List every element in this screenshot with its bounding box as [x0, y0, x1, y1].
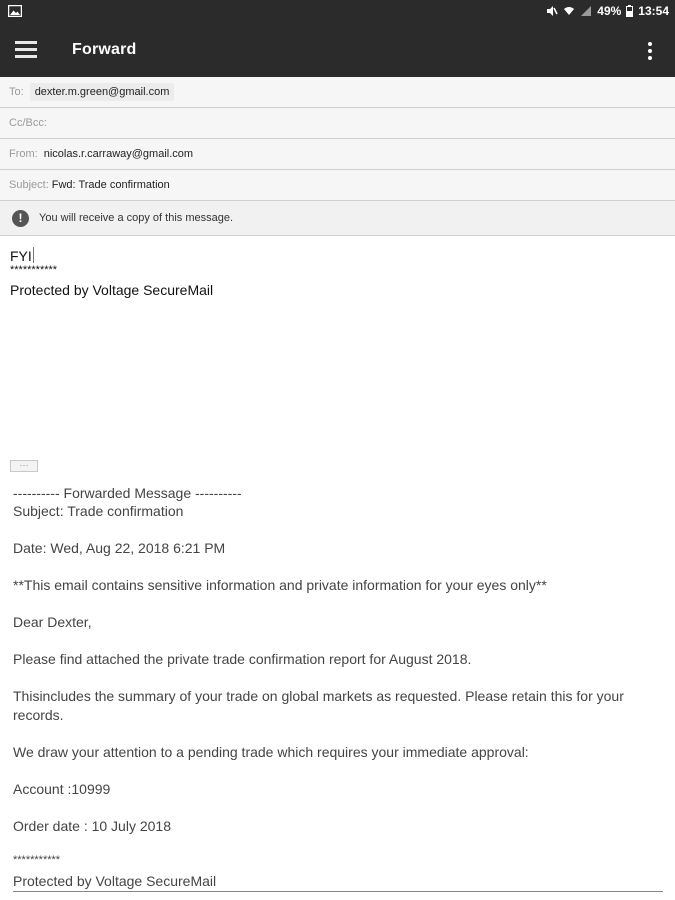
from-label: From:: [9, 148, 38, 160]
from-field[interactable]: From: nicolas.r.carraway@gmail.com: [0, 139, 675, 170]
quoted-signature: Protected by Voltage SecureMail: [13, 873, 217, 889]
copy-notice-text: You will receive a copy of this message.: [39, 212, 234, 224]
mute-icon: [547, 6, 558, 16]
compose-text[interactable]: FYI: [10, 248, 32, 264]
photo-icon: [8, 5, 22, 17]
page-title: Forward: [72, 41, 137, 58]
quoted-paragraph-1: Please find attached the private trade c…: [13, 651, 472, 667]
compose-stars: ***********: [10, 264, 58, 276]
compose-text-line[interactable]: FYI: [10, 247, 660, 266]
to-label: To:: [9, 86, 24, 98]
battery-percent: 49%: [597, 4, 622, 18]
copy-notice: ! You will receive a copy of this messag…: [0, 201, 675, 236]
status-icons: 49% 13:54: [546, 4, 669, 18]
overflow-menu-icon[interactable]: [645, 40, 655, 62]
subject-value[interactable]: Fwd: Trade confirmation: [52, 179, 170, 191]
quoted-account: Account :10999: [13, 781, 111, 797]
quoted-date: Date: Wed, Aug 22, 2018 6:21 PM: [13, 540, 226, 556]
status-bar: 49% 13:54: [0, 0, 675, 24]
from-value: nicolas.r.carraway@gmail.com: [43, 148, 194, 160]
quoted-paragraph-3: We draw your attention to a pending trad…: [13, 744, 529, 760]
quoted-greeting: Dear Dexter,: [13, 614, 92, 630]
wifi-icon: [564, 7, 575, 15]
divider: [13, 891, 663, 892]
quoted-subject: Subject: Trade confirmation: [13, 503, 184, 519]
quoted-order-date: Order date : 10 July 2018: [13, 818, 171, 834]
quoted-stars: ***********: [13, 854, 61, 866]
app-bar: Forward: [0, 24, 675, 77]
compose-signature: Protected by Voltage SecureMail: [10, 282, 214, 298]
quoted-warning: **This email contains sensitive informat…: [13, 577, 547, 593]
subject-field[interactable]: Subject: Fwd: Trade confirmation: [0, 170, 675, 201]
quoted-paragraph-2: Thisincludes the summary of your trade o…: [13, 688, 624, 723]
to-recipient-chip[interactable]: dexter.m.green@gmail.com: [29, 83, 175, 101]
forward-header: ---------- Forwarded Message ----------: [13, 485, 242, 501]
cc-bcc-label: Cc/Bcc:: [9, 117, 47, 129]
menu-icon[interactable]: [15, 37, 39, 63]
compose-body[interactable]: FYI *********** Protected by Voltage Sec…: [10, 247, 660, 300]
subject-label: Subject:: [9, 179, 49, 191]
exclamation-icon: !: [12, 209, 29, 227]
clock: 13:54: [638, 4, 669, 18]
show-quoted-button[interactable]: ···: [10, 460, 38, 472]
text-cursor: [32, 247, 34, 263]
to-field[interactable]: To: dexter.m.green@gmail.com: [0, 77, 675, 108]
battery-icon: [626, 5, 634, 17]
cc-bcc-field[interactable]: Cc/Bcc:: [0, 108, 675, 139]
header-fields: To: dexter.m.green@gmail.com Cc/Bcc: Fro…: [0, 77, 675, 236]
signal-icon: [581, 6, 592, 16]
